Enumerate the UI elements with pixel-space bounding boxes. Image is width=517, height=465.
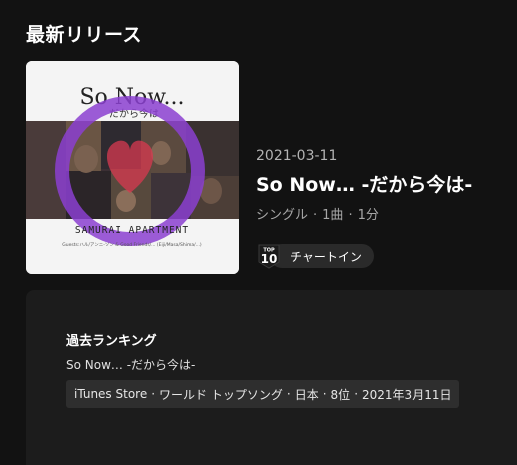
meta-separator: · bbox=[348, 208, 353, 223]
entry-separator: · bbox=[151, 387, 156, 401]
chart-in-badge[interactable]: TOP 10 チャートイン bbox=[256, 243, 374, 269]
ranking-store: iTunes Store bbox=[74, 387, 148, 401]
ranking-history-heading: 過去ランキング bbox=[66, 334, 157, 349]
album-cover-art: So Now... だから今は SAMURAI APARTMENT Guests… bbox=[26, 61, 239, 274]
release-date: 2021-03-11 bbox=[256, 148, 338, 164]
ranking-chart-name: ワールド トップソング bbox=[159, 387, 283, 402]
chart-in-label: チャートイン bbox=[270, 244, 374, 268]
section-title: 最新リリース bbox=[26, 24, 143, 46]
release-track-count: 1曲 bbox=[322, 208, 344, 223]
top10-icon: TOP 10 bbox=[258, 244, 280, 269]
release-type: シングル bbox=[256, 208, 309, 223]
entry-separator: · bbox=[286, 387, 291, 401]
release-info: 2021-03-11 So Now… -だから今は- シングル · 1曲 · 1分 bbox=[256, 148, 472, 223]
release-meta: シングル · 1曲 · 1分 bbox=[256, 204, 472, 223]
ranking-history-entry: iTunes Store · ワールド トップソング · 日本 · 8位 · 2021年3月11… bbox=[66, 380, 460, 408]
ranking-history-panel: 過去ランキング So Now… -だから今は- iTunes Store · ワール… bbox=[26, 290, 517, 465]
release-title-link[interactable]: So Now… -だから今は- bbox=[256, 170, 472, 197]
album-cover[interactable]: So Now... だから今は SAMURAI APARTMENT Guests… bbox=[26, 61, 239, 274]
entry-separator: · bbox=[322, 387, 327, 401]
ranking-date: 2021年3月11日 bbox=[362, 387, 452, 402]
top10-number-text: 10 bbox=[261, 252, 278, 266]
ranking-history-song: So Now… -だから今は- bbox=[66, 358, 196, 372]
meta-separator: · bbox=[313, 208, 318, 223]
ranking-position: 8位 bbox=[330, 387, 351, 402]
ranking-country: 日本 bbox=[294, 387, 319, 402]
entry-separator: · bbox=[354, 387, 359, 401]
cover-artist: SAMURAI APARTMENT bbox=[75, 225, 189, 236]
release-duration: 1分 bbox=[357, 208, 379, 223]
cover-credits: Guests:ハル/アンニ-ソン & Good Friends/... (Eij… bbox=[62, 242, 202, 248]
